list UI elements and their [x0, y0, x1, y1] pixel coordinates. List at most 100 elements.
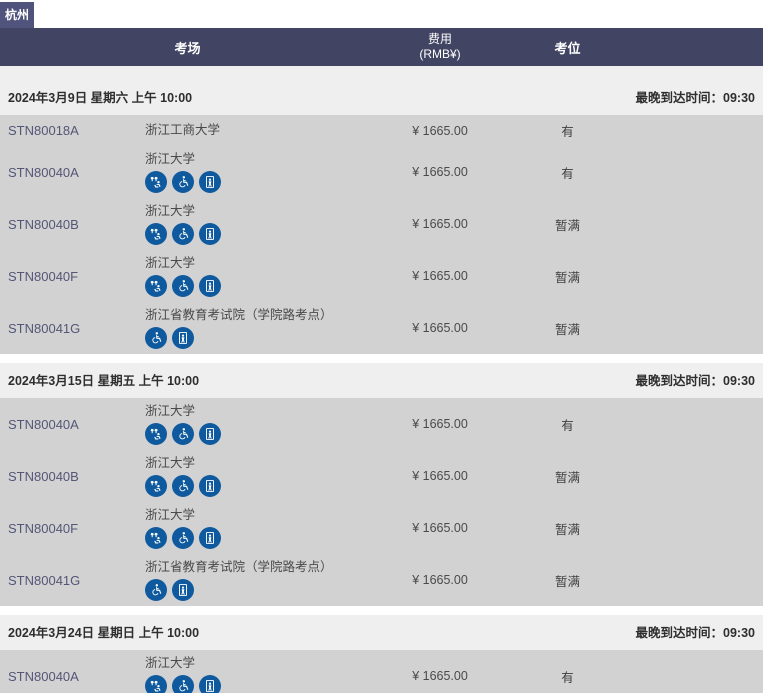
section-date: 2024年3月24日 星期日 上午 10:00 — [8, 622, 199, 641]
wheelchair-access-icon — [172, 223, 194, 245]
table-row: STN80040B 浙江大学 ¥ 1665.00 暂满 — [0, 198, 763, 250]
venue-name: 浙江大学 — [145, 255, 371, 271]
table-row: STN80041G 浙江省教育考试院（学院路考点） ¥ 1665.00 暂满 — [0, 302, 763, 354]
hearing-assistance-icon — [145, 675, 167, 693]
fee-value: ¥ 1665.00 — [375, 321, 505, 335]
section-rows: STN80018A 浙江工商大学 ¥ 1665.00 有 STN80040A 浙… — [0, 115, 763, 354]
city-tabbar: 杭州 — [0, 0, 763, 28]
column-header-fee: 费用 (RMB¥) — [375, 32, 505, 62]
table-row: STN80040F 浙江大学 ¥ 1665.00 暂满 — [0, 250, 763, 302]
fee-value: ¥ 1665.00 — [375, 269, 505, 283]
wheelchair-access-icon — [145, 579, 167, 601]
section-arrival: 最晚到达时间：09:30 — [636, 622, 755, 641]
venue-cell: 浙江省教育考试院（学院路考点） — [140, 554, 375, 605]
venue-name: 浙江大学 — [145, 455, 371, 471]
venue-code: STN80040A — [0, 417, 140, 432]
tab-hangzhou[interactable]: 杭州 — [0, 2, 34, 28]
venue-cell: 浙江大学 — [140, 250, 375, 301]
date-section: 2024年3月15日 星期五 上午 10:00 最晚到达时间：09:30 STN… — [0, 363, 763, 606]
elevator-icon — [199, 423, 221, 445]
venue-name: 浙江大学 — [145, 507, 371, 523]
table-row: STN80040F 浙江大学 ¥ 1665.00 暂满 — [0, 502, 763, 554]
section-rows: STN80040A 浙江大学 ¥ 1665.00 有 — [0, 650, 763, 693]
venue-name: 浙江工商大学 — [145, 122, 371, 138]
elevator-icon — [199, 223, 221, 245]
date-section: 2024年3月9日 星期六 上午 10:00 最晚到达时间：09:30 STN8… — [0, 66, 763, 354]
venue-code: STN80040B — [0, 469, 140, 484]
seat-status: 暂满 — [505, 571, 630, 590]
facility-icons — [145, 675, 371, 693]
venue-cell: 浙江大学 — [140, 398, 375, 449]
facility-icons — [145, 223, 371, 245]
test-centre-availability-page: 杭州 考场 费用 (RMB¥) 考位 2024年3月9日 星期六 上午 10:0… — [0, 0, 763, 693]
venue-cell: 浙江大学 — [140, 650, 375, 693]
hearing-assistance-icon — [145, 527, 167, 549]
elevator-icon — [199, 527, 221, 549]
table-row: STN80041G 浙江省教育考试院（学院路考点） ¥ 1665.00 暂满 — [0, 554, 763, 606]
facility-icons — [145, 327, 371, 349]
hearing-assistance-icon — [145, 423, 167, 445]
fee-header-line2: (RMB¥) — [375, 47, 505, 62]
wheelchair-access-icon — [172, 275, 194, 297]
fee-value: ¥ 1665.00 — [375, 124, 505, 138]
venue-code: STN80041G — [0, 321, 140, 336]
wheelchair-access-icon — [172, 675, 194, 693]
facility-icons — [145, 423, 371, 445]
facility-icons — [145, 475, 371, 497]
fee-header-line1: 费用 — [375, 32, 505, 47]
wheelchair-access-icon — [172, 423, 194, 445]
hearing-assistance-icon — [145, 223, 167, 245]
venue-name: 浙江省教育考试院（学院路考点） — [145, 307, 371, 323]
venue-code: STN80041G — [0, 573, 140, 588]
seat-status: 有 — [505, 163, 630, 182]
venue-cell: 浙江大学 — [140, 502, 375, 553]
venue-cell: 浙江大学 — [140, 198, 375, 249]
venue-code: STN80040F — [0, 521, 140, 536]
hearing-assistance-icon — [145, 475, 167, 497]
venue-name: 浙江大学 — [145, 655, 371, 671]
wheelchair-access-icon — [172, 475, 194, 497]
elevator-icon — [199, 475, 221, 497]
seat-status: 暂满 — [505, 319, 630, 338]
section-date: 2024年3月9日 星期六 上午 10:00 — [8, 87, 192, 106]
elevator-icon — [199, 275, 221, 297]
venue-name: 浙江大学 — [145, 403, 371, 419]
wheelchair-access-icon — [172, 527, 194, 549]
fee-value: ¥ 1665.00 — [375, 217, 505, 231]
venue-name: 浙江大学 — [145, 151, 371, 167]
facility-icons — [145, 579, 371, 601]
table-row: STN80040A 浙江大学 ¥ 1665.00 有 — [0, 146, 763, 198]
venue-code: STN80040B — [0, 217, 140, 232]
sections-container: 2024年3月9日 星期六 上午 10:00 最晚到达时间：09:30 STN8… — [0, 66, 763, 693]
column-header-venue: 考场 — [0, 38, 375, 57]
wheelchair-access-icon — [172, 171, 194, 193]
table-row: STN80018A 浙江工商大学 ¥ 1665.00 有 — [0, 115, 763, 146]
venue-code: STN80040A — [0, 669, 140, 684]
hearing-assistance-icon — [145, 275, 167, 297]
seat-status: 有 — [505, 415, 630, 434]
date-section-header: 2024年3月9日 星期六 上午 10:00 最晚到达时间：09:30 — [0, 66, 763, 115]
elevator-icon — [199, 675, 221, 693]
venue-name: 浙江省教育考试院（学院路考点） — [145, 559, 371, 575]
venue-cell: 浙江大学 — [140, 450, 375, 501]
section-arrival: 最晚到达时间：09:30 — [636, 370, 755, 389]
fee-value: ¥ 1665.00 — [375, 417, 505, 431]
table-row: STN80040B 浙江大学 ¥ 1665.00 暂满 — [0, 450, 763, 502]
seat-status: 暂满 — [505, 519, 630, 538]
venue-name: 浙江大学 — [145, 203, 371, 219]
hearing-assistance-icon — [145, 171, 167, 193]
section-date: 2024年3月15日 星期五 上午 10:00 — [8, 370, 199, 389]
table-header-row: 考场 费用 (RMB¥) 考位 — [0, 28, 763, 66]
elevator-icon — [172, 327, 194, 349]
facility-icons — [145, 171, 371, 193]
facility-icons — [145, 527, 371, 549]
fee-value: ¥ 1665.00 — [375, 469, 505, 483]
venue-cell: 浙江省教育考试院（学院路考点） — [140, 302, 375, 353]
fee-value: ¥ 1665.00 — [375, 165, 505, 179]
table-row: STN80040A 浙江大学 ¥ 1665.00 有 — [0, 650, 763, 693]
date-section-header: 2024年3月15日 星期五 上午 10:00 最晚到达时间：09:30 — [0, 363, 763, 398]
seat-status: 暂满 — [505, 467, 630, 486]
table-row: STN80040A 浙江大学 ¥ 1665.00 有 — [0, 398, 763, 450]
facility-icons — [145, 275, 371, 297]
seat-status: 有 — [505, 121, 630, 140]
